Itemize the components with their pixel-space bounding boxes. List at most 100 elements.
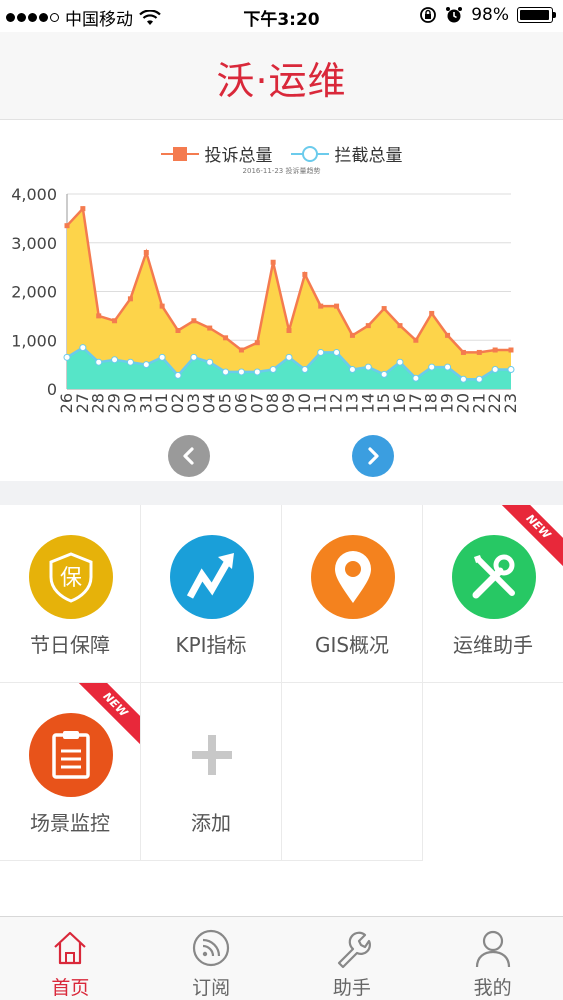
y-tick-label: 4,000: [11, 185, 57, 204]
grid-item-add[interactable]: 添加: [141, 683, 282, 861]
data-point: [302, 271, 308, 277]
y-tick-label: 2,000: [11, 283, 57, 302]
data-point: [459, 375, 467, 383]
page-title: 沃·运维: [216, 59, 347, 103]
legend-swatch-square-icon: [160, 146, 199, 162]
data-point: [492, 347, 498, 353]
data-point: [301, 366, 309, 373]
data-point: [79, 344, 87, 352]
trend-up-icon: [170, 535, 254, 619]
grid-item-label: GIS概况: [314, 633, 390, 657]
data-point: [269, 366, 277, 373]
grid-item-label: 场景监控: [30, 811, 110, 835]
tab-assistant[interactable]: 助手: [282, 917, 423, 1000]
data-point: [396, 358, 404, 366]
shield-icon: 保: [29, 535, 113, 619]
data-point: [349, 332, 355, 338]
legend-label: 投诉总量: [204, 146, 273, 166]
data-point: [223, 335, 229, 341]
grid-item-scene-monitor[interactable]: 场景监控 NEW: [0, 683, 141, 861]
clipboard-icon: [29, 713, 113, 797]
tab-label: 首页: [51, 977, 90, 999]
data-point: [364, 363, 372, 371]
data-point: [126, 358, 134, 366]
data-point: [460, 349, 466, 355]
data-point: [111, 356, 119, 364]
data-point: [445, 332, 451, 338]
shield-char: 保: [60, 566, 82, 591]
grid-item-holiday-support[interactable]: 保 节日保障: [0, 505, 141, 683]
data-point: [412, 374, 420, 382]
data-point: [80, 206, 86, 212]
data-point: [174, 371, 182, 379]
y-tick-label: 3,000: [11, 234, 57, 253]
tab-subscribe[interactable]: 订阅: [141, 917, 282, 1000]
battery-percent: 98%: [471, 5, 509, 25]
grid-item-ops-assistant[interactable]: 运维助手 NEW: [423, 505, 563, 683]
tab-mine[interactable]: 我的: [422, 917, 563, 1000]
data-point: [222, 368, 230, 376]
data-point: [429, 310, 435, 316]
data-point: [206, 358, 214, 366]
legend-swatch-circle-icon: [290, 145, 329, 162]
data-point: [191, 318, 197, 324]
data-point: [348, 366, 356, 373]
data-point: [334, 303, 340, 309]
data-point: [270, 259, 276, 265]
data-point: [318, 303, 324, 309]
grid-item-gis[interactable]: GIS概况: [282, 505, 423, 683]
data-point: [475, 375, 483, 383]
chart-pager: [0, 435, 563, 479]
data-point: [476, 349, 482, 355]
navigation-bar: 沃·运维: [0, 32, 563, 120]
tab-label: 我的: [473, 977, 512, 999]
rss-icon: [193, 929, 230, 967]
data-point: [380, 370, 388, 378]
bottom-tab-bar: 首页 订阅 助手 我的: [0, 916, 563, 1000]
map-pin-icon: [311, 535, 395, 619]
tab-label: 订阅: [192, 977, 231, 999]
chart-legend: 投诉总量 拦截总量: [0, 141, 563, 166]
data-point: [63, 353, 71, 361]
data-point: [491, 366, 499, 373]
data-point: [508, 347, 514, 353]
x-tick-label: 23: [501, 393, 520, 413]
legend-label: 拦截总量: [334, 146, 403, 166]
next-page-button[interactable]: [352, 435, 394, 477]
data-point: [286, 328, 292, 333]
data-point: [112, 318, 118, 324]
data-point: [238, 347, 244, 353]
user-icon: [475, 930, 510, 968]
legend-item-intercepts[interactable]: 拦截总量: [290, 141, 403, 166]
data-point: [365, 323, 371, 329]
trend-chart-panel: 0 1,000 2,000 3,000 4,000 26 27 28 29 30 31 01 02 03 0…: [0, 121, 563, 481]
data-point: [507, 366, 515, 373]
y-tick-label: 0: [47, 380, 57, 399]
battery-icon: [517, 7, 556, 23]
data-point: [95, 358, 103, 366]
data-point: [237, 368, 245, 376]
section-divider: [0, 481, 563, 505]
home-icon: [54, 931, 87, 965]
data-point: [413, 337, 419, 343]
data-point: [428, 363, 436, 371]
y-tick-label: 1,000: [11, 331, 57, 350]
data-point: [159, 303, 165, 309]
data-point: [254, 340, 260, 346]
rotation-lock-icon: [420, 7, 437, 23]
legend-item-complaints[interactable]: 投诉总量: [160, 141, 273, 166]
previous-page-button[interactable]: [168, 435, 210, 477]
data-point: [397, 323, 403, 329]
grid-empty-cell: [282, 683, 423, 861]
tab-home[interactable]: 首页: [0, 917, 141, 1000]
chart-subtitle: 2016-11-23 投诉量趋势: [242, 167, 321, 175]
chevron-right-icon: [368, 447, 379, 465]
data-point: [253, 368, 261, 376]
data-point: [96, 313, 102, 319]
data-point: [207, 325, 213, 331]
data-point: [127, 296, 133, 302]
grid-item-label: 运维助手: [453, 633, 533, 657]
grid-item-kpi[interactable]: KPI指标: [141, 505, 282, 683]
data-point: [444, 363, 452, 371]
data-point: [333, 348, 341, 356]
